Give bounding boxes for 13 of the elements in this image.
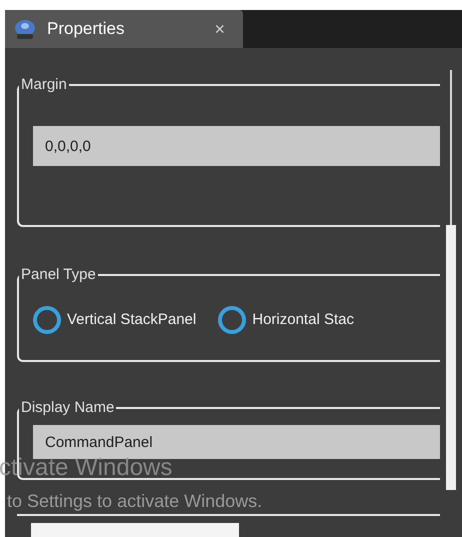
properties-tab[interactable]: Properties × [5, 10, 243, 48]
text-field[interactable]: 0,0,0,0 [33, 126, 440, 166]
activation-text: to Settings to activate Windows. [7, 492, 262, 510]
close-button[interactable]: × [214, 16, 225, 42]
text-field[interactable]: CommandPanel [33, 425, 440, 459]
group-label: Display Name [20, 400, 116, 415]
scrollbar-track[interactable] [450, 70, 452, 225]
radio-option[interactable]: Horizontal Stac [218, 306, 354, 334]
scrollbar-thumb[interactable] [446, 225, 456, 490]
tab-title: Properties [47, 18, 124, 40]
radio-option[interactable]: Vertical StackPanel [33, 306, 196, 334]
group-label: Panel Type [20, 267, 97, 282]
group-label: Margin [20, 77, 68, 92]
